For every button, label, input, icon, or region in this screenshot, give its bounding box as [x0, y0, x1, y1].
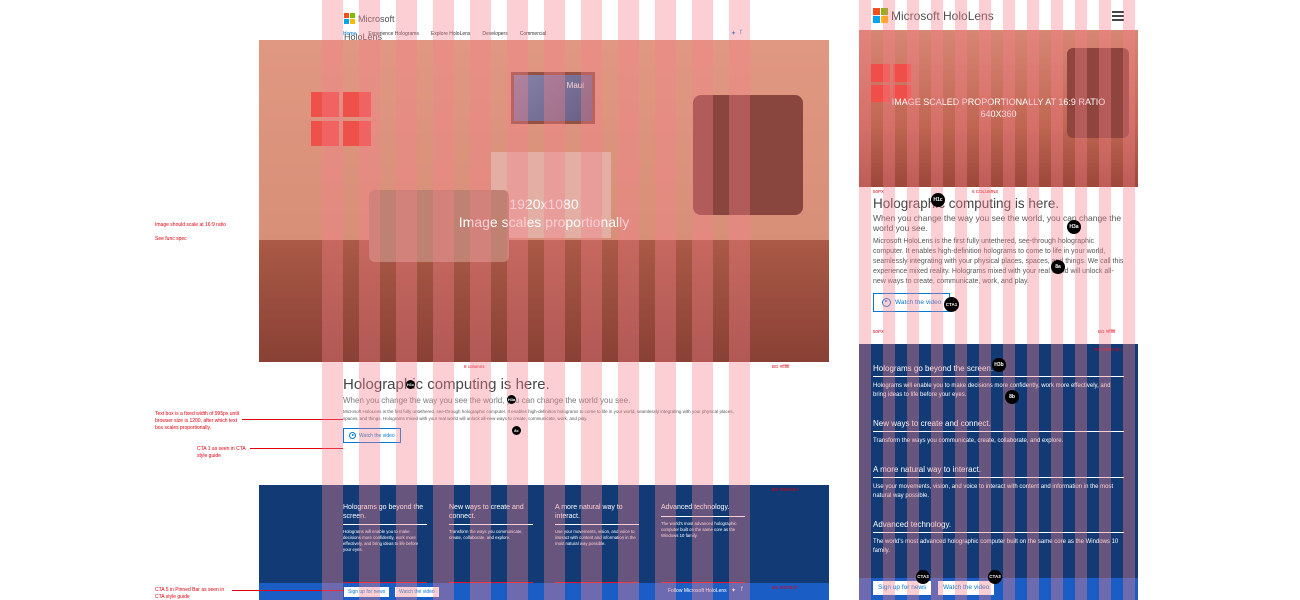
- grid-column: [1051, 0, 1063, 600]
- annotation-image-ratio: Image should scale at 16:9 ratio: [155, 222, 226, 228]
- grid-column: [433, 0, 454, 600]
- annotation-textbox: Text box is a fixed width of 995px until…: [155, 411, 239, 431]
- spec-marker: CTA3: [988, 570, 1002, 584]
- mobile-hero-image: IMAGE SCALED PROPORTIONALLY AT 16:9 RATI…: [859, 30, 1138, 187]
- bg-white-label: BG #ffffff: [772, 364, 790, 369]
- grid-column: [322, 0, 343, 600]
- spec-marker: 8c: [512, 426, 521, 435]
- grid-column: [655, 0, 676, 600]
- grid-column: [1075, 0, 1087, 600]
- grid-column: [1099, 0, 1111, 600]
- grid-column: [931, 0, 943, 600]
- grid-column: [729, 0, 750, 600]
- grid-column: [544, 0, 565, 600]
- grid-column: [470, 0, 491, 600]
- bg-pinned-label: BG #0078d7: [772, 585, 798, 590]
- grid-column: [907, 0, 919, 600]
- grid-column: [1003, 0, 1015, 600]
- grid-column: [359, 0, 380, 600]
- bg-navy-label: BG #003A6A: [772, 487, 799, 492]
- annotation-cta1: CTA 1 as seen in CTA style guide: [197, 446, 246, 459]
- spec-marker: H3a: [507, 395, 516, 404]
- desktop-logo[interactable]: Microsoft HoloLens: [344, 10, 432, 42]
- mobile-features-band: Holograms go beyond the screen. Hologram…: [859, 344, 1138, 578]
- spec-marker: 8b: [1005, 390, 1019, 404]
- grid-column: [859, 0, 871, 600]
- mobile-hero-caption-size: 640X360: [980, 109, 1017, 119]
- grid-column: [692, 0, 713, 600]
- spec-marker: 8a: [1051, 260, 1065, 274]
- spec-marker: CTA3: [916, 570, 930, 584]
- microsoft-logo-icon: [344, 13, 355, 25]
- grid-column: [618, 0, 639, 600]
- spec-marker: CTA1: [944, 297, 959, 312]
- spec-marker: H3a: [1067, 220, 1081, 234]
- mobile-hero-caption: IMAGE SCALED PROPORTIONALLY AT 16:9 RATI…: [859, 96, 1138, 120]
- spec-marker: H1c: [931, 193, 945, 207]
- nav-item-home[interactable]: Home: [343, 31, 356, 37]
- grid-column: [1027, 0, 1039, 600]
- grid-column: [396, 0, 417, 600]
- grid-column: [979, 0, 991, 600]
- grid-column: [581, 0, 602, 600]
- mobile-hero-caption-ratio: IMAGE SCALED PROPORTIONALLY AT 16:9 RATI…: [891, 97, 1106, 107]
- grid-column: [507, 0, 528, 600]
- grid-column: [1123, 0, 1135, 600]
- grid-column: [883, 0, 895, 600]
- spec-marker: H1c: [406, 380, 415, 389]
- annotation-cta5: CTA 5 in Pinned Bar as seen in CTA style…: [155, 587, 225, 600]
- annotation-func-spec: See func spec: [155, 236, 187, 242]
- spec-marker: H3b: [992, 358, 1006, 372]
- play-icon: [349, 432, 356, 439]
